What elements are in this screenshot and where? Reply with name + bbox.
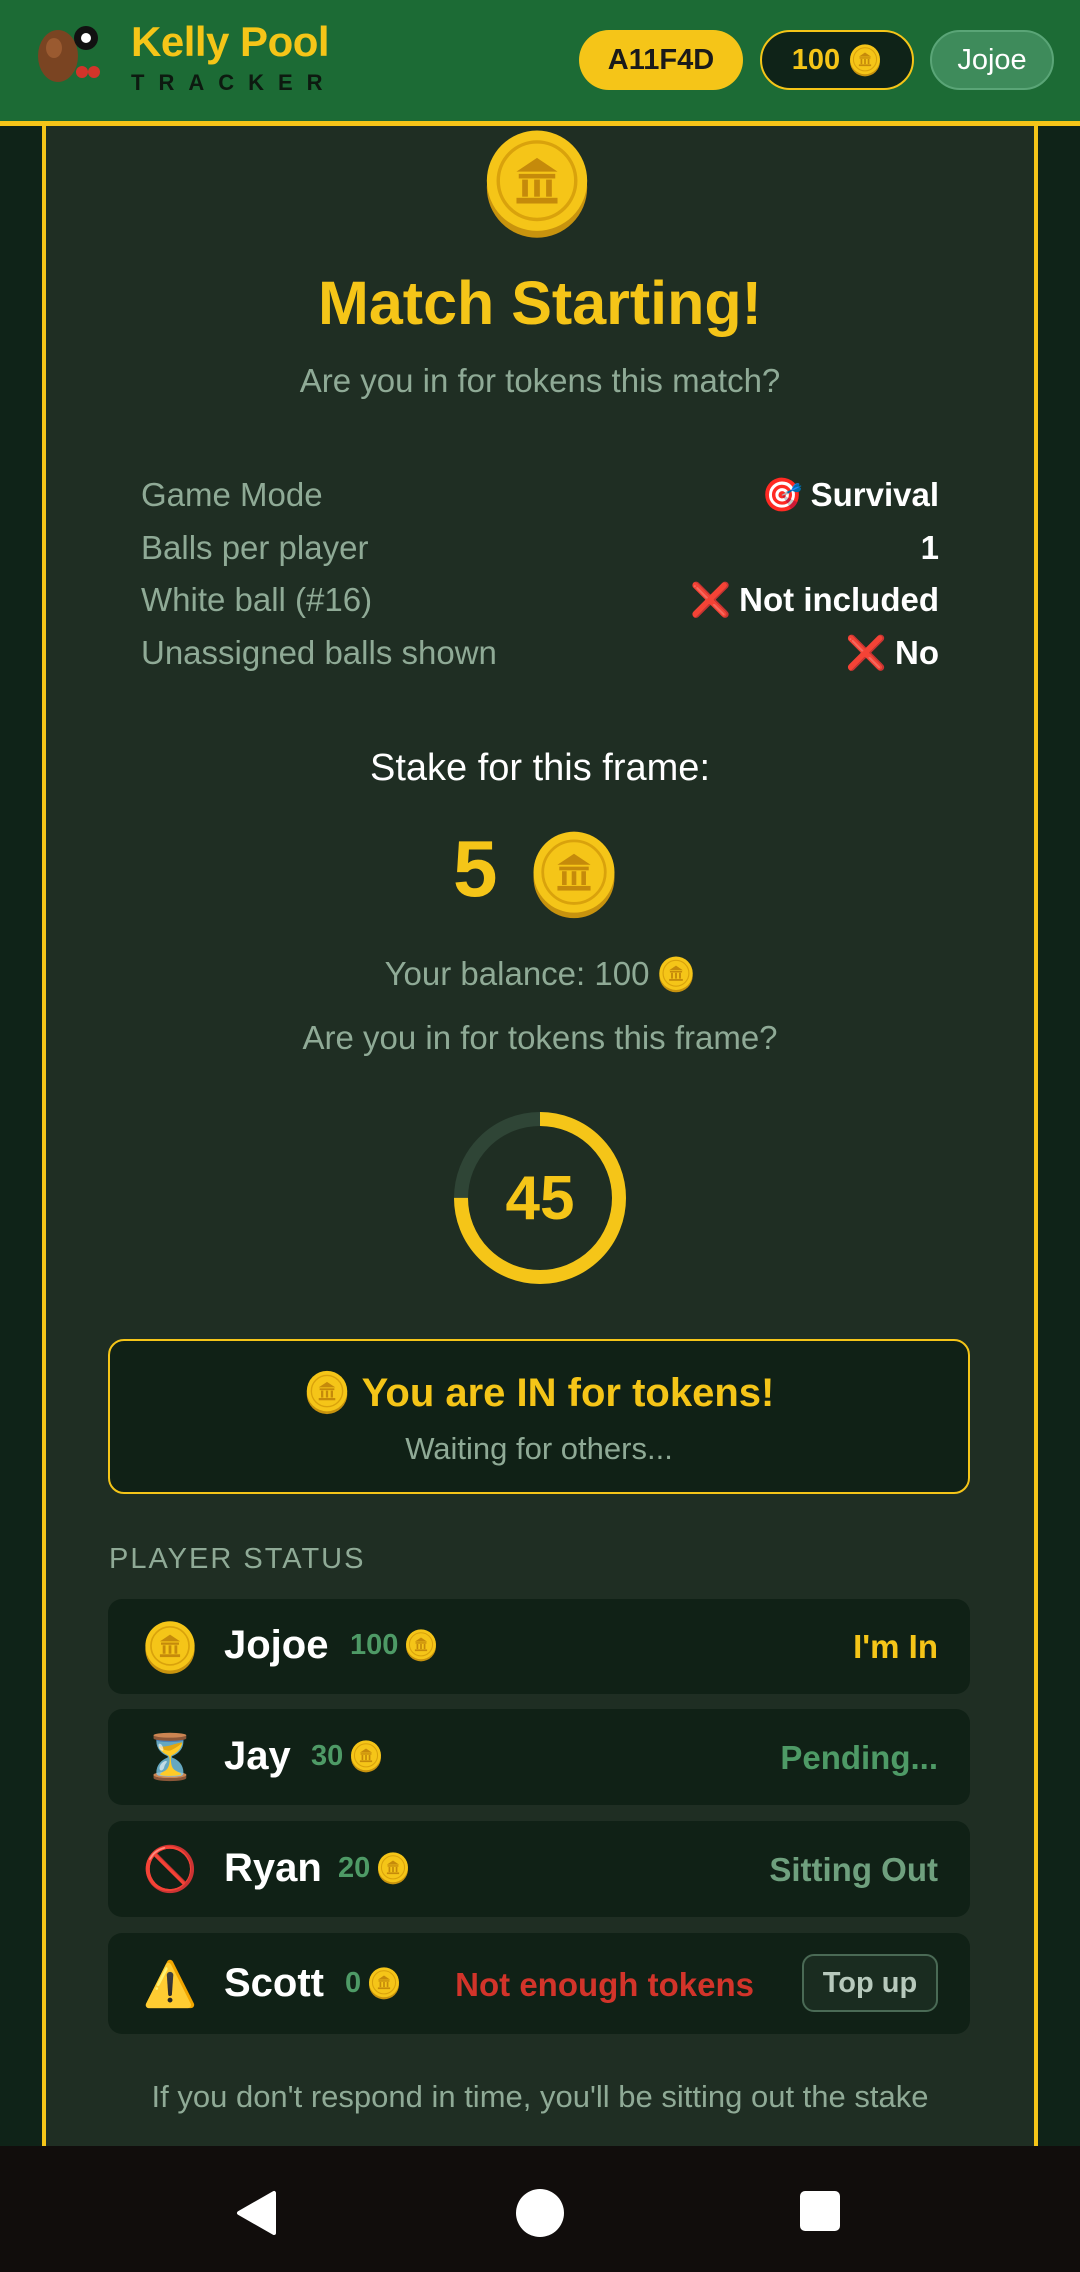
setting-label: Unassigned balls shown <box>141 634 497 671</box>
coin-icon <box>848 43 882 77</box>
brand-title: Kelly Pool <box>131 18 330 65</box>
back-icon[interactable] <box>234 2190 280 2236</box>
token-balance-value: 100 <box>791 43 841 76</box>
recent-apps-icon[interactable] <box>800 2191 840 2231</box>
player-row: Jojoe 100 I'm In <box>108 1599 970 1694</box>
setting-label: White ball (#16) <box>141 581 373 618</box>
top-up-button[interactable]: Top up <box>802 1954 938 2012</box>
token-balance-badge[interactable]: 100 <box>760 30 914 90</box>
coin-icon <box>657 955 695 993</box>
setting-value: 1 <box>920 529 939 566</box>
brand-subtitle: TRACKER <box>131 70 337 95</box>
countdown-value: 45 <box>505 1163 575 1233</box>
setting-value: No <box>895 634 939 671</box>
token-status-box: You are IN for tokens! Waiting for other… <box>108 1339 970 1494</box>
hourglass-icon: ⏳ <box>142 1733 198 1782</box>
cross-icon: ❌ <box>845 633 887 671</box>
setting-value: Survival <box>810 476 939 513</box>
cross-icon: ❌ <box>690 580 732 618</box>
setting-label: Balls per player <box>141 529 369 566</box>
balance-label: Your balance: 100 <box>384 955 650 992</box>
setting-value: Not included <box>739 581 939 618</box>
user-button[interactable]: Jojoe <box>930 30 1054 90</box>
balance-text: Your balance: 100 <box>0 955 1080 993</box>
token-status-title: You are IN for tokens! <box>110 1369 968 1416</box>
page-title: Match Starting! <box>318 269 762 337</box>
player-tokens: 0 <box>345 1966 401 2000</box>
setting-row-game-mode: Game Mode 🎯 Survival <box>141 470 939 520</box>
coin-icon <box>528 828 620 920</box>
player-name: Ryan <box>224 1846 322 1890</box>
setting-label: Game Mode <box>141 476 323 513</box>
coin-icon <box>376 1851 410 1885</box>
footer-note: If you don't respond in time, you'll be … <box>151 2079 929 2114</box>
player-status-heading: PLAYER STATUS <box>109 1543 366 1575</box>
coin-icon <box>349 1739 383 1773</box>
app-header: Kelly Pool TRACKER A11F4D 100 Jojoe <box>0 0 1080 126</box>
coin-icon <box>404 1628 438 1662</box>
coin-icon <box>367 1966 401 2000</box>
player-status: Pending... <box>780 1739 938 1776</box>
stake-label: Stake for this frame: <box>369 747 710 789</box>
player-tokens: 20 <box>338 1851 410 1885</box>
target-icon: 🎯 <box>761 475 803 513</box>
setting-row-balls-per-player: Balls per player 1 <box>141 523 939 573</box>
setting-row-white-ball: White ball (#16) ❌ Not included <box>141 575 939 625</box>
home-icon[interactable] <box>516 2189 564 2237</box>
player-name: Jojoe <box>224 1623 329 1667</box>
player-tokens: 30 <box>311 1739 383 1773</box>
system-nav-bar <box>0 2146 1080 2272</box>
player-row: ⚠️ Scott 0 Not enough tokens Top up <box>108 1933 970 2034</box>
coin-icon <box>142 1619 198 1675</box>
player-name: Jay <box>224 1734 291 1778</box>
player-tokens: 100 <box>350 1628 438 1662</box>
prohibited-icon: 🚫 <box>142 1845 198 1894</box>
player-name: Scott <box>224 1961 324 2005</box>
token-status-subtitle: Waiting for others... <box>405 1431 673 1466</box>
coin-icon <box>480 126 594 240</box>
frame-question: Are you in for tokens this frame? <box>302 1019 778 1056</box>
warning-icon: ⚠️ <box>142 1960 198 2009</box>
setting-row-unassigned-balls: Unassigned balls shown ❌ No <box>141 628 939 678</box>
room-code-badge[interactable]: A11F4D <box>579 30 743 90</box>
player-row: ⏳ Jay 30 Pending... <box>108 1709 970 1805</box>
coin-icon <box>304 1369 350 1415</box>
player-status: Sitting Out <box>769 1851 938 1888</box>
logo-icon <box>38 26 100 82</box>
player-status: Not enough tokens <box>455 1966 754 2003</box>
player-status: I'm In <box>853 1628 938 1665</box>
stake-amount: 5 <box>453 824 498 913</box>
page-subtitle: Are you in for tokens this match? <box>299 362 781 399</box>
player-row: 🚫 Ryan 20 Sitting Out <box>108 1821 970 1917</box>
